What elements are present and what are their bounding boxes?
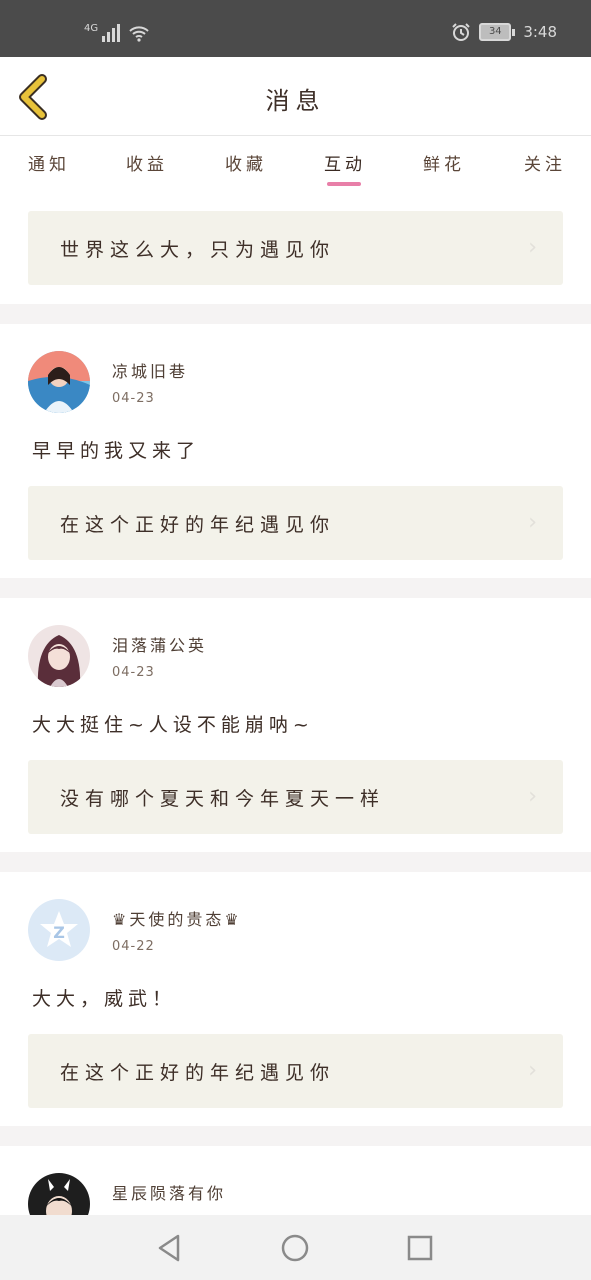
message-list[interactable]: 世界这么大，只为遇见你 › 凉城旧巷 04-23 早早的我又来了 在这个正好的年… xyxy=(0,194,591,1215)
avatar[interactable] xyxy=(28,625,90,687)
tab-earnings[interactable]: 收益 xyxy=(112,150,182,175)
message-date: 04-22 xyxy=(112,939,155,954)
chevron-right-icon: › xyxy=(528,235,537,260)
tab-follows[interactable]: 关注 xyxy=(510,150,580,175)
chevron-right-icon: › xyxy=(528,784,537,809)
message-card: 星辰陨落有你 xyxy=(0,1146,591,1215)
message-card: Z ♛天使的贵态♛ 04-22 大大，威武！ 在这个正好的年纪遇见你 › xyxy=(0,872,591,1126)
message-date: 04-23 xyxy=(112,391,155,406)
message-card: 泪落蒲公英 04-23 大大挺住~人设不能崩呐~ 没有哪个夏天和今年夏天一样 › xyxy=(0,598,591,852)
username[interactable]: 星辰陨落有你 xyxy=(112,1180,226,1204)
home-circle-icon[interactable] xyxy=(278,1231,312,1265)
tab-interactions[interactable]: 互动 xyxy=(310,150,380,175)
quote-box[interactable]: 在这个正好的年纪遇见你 › xyxy=(28,1034,563,1108)
chevron-right-icon: › xyxy=(528,1058,537,1083)
username[interactable]: 泪落蒲公英 xyxy=(112,632,207,656)
quote-text: 在这个正好的年纪遇见你 xyxy=(60,514,336,536)
page-title: 消息 xyxy=(265,87,326,115)
quote-box[interactable]: 没有哪个夏天和今年夏天一样 › xyxy=(28,760,563,834)
username[interactable]: ♛天使的贵态♛ xyxy=(112,906,242,930)
header: 消息 xyxy=(0,57,591,136)
comment-text: 大大挺住~人设不能崩呐~ xyxy=(32,714,314,736)
tab-bar: 通知 收益 收藏 互动 鲜花 关注 xyxy=(0,138,591,194)
tab-notifications[interactable]: 通知 xyxy=(14,150,84,175)
quote-text: 在这个正好的年纪遇见你 xyxy=(60,1062,336,1084)
clock: 3:48 xyxy=(523,23,557,41)
comment-text: 大大，威武！ xyxy=(32,988,177,1010)
quote-text: 没有哪个夏天和今年夏天一样 xyxy=(60,788,386,810)
avatar[interactable] xyxy=(28,351,90,413)
message-card: 凉城旧巷 04-23 早早的我又来了 在这个正好的年纪遇见你 › xyxy=(0,324,591,578)
battery-icon: 34 xyxy=(479,23,516,41)
quote-box[interactable]: 世界这么大，只为遇见你 › xyxy=(28,211,563,285)
battery-level: 34 xyxy=(479,23,512,41)
alarm-icon xyxy=(452,23,471,41)
back-triangle-icon[interactable] xyxy=(152,1231,186,1265)
status-left: 4G xyxy=(84,20,150,42)
tab-flowers[interactable]: 鲜花 xyxy=(409,150,479,175)
active-tab-indicator xyxy=(327,182,361,186)
signal-icon xyxy=(102,20,121,42)
recents-square-icon[interactable] xyxy=(403,1231,437,1265)
comment-text: 早早的我又来了 xyxy=(32,440,201,462)
username[interactable]: 凉城旧巷 xyxy=(112,358,188,382)
wifi-icon xyxy=(129,26,149,42)
avatar[interactable]: Z xyxy=(28,899,90,961)
tab-favorites[interactable]: 收藏 xyxy=(211,150,281,175)
quote-box[interactable]: 在这个正好的年纪遇见你 › xyxy=(28,486,563,560)
network-type: 4G xyxy=(84,23,99,34)
svg-text:Z: Z xyxy=(53,923,65,942)
message-date: 04-23 xyxy=(112,665,155,680)
system-nav-bar xyxy=(0,1215,591,1280)
chevron-right-icon: › xyxy=(528,510,537,535)
quote-text: 世界这么大，只为遇见你 xyxy=(60,239,336,261)
status-bar: 4G 34 3:48 xyxy=(0,0,591,57)
avatar[interactable] xyxy=(28,1173,90,1215)
status-right: 34 3:48 xyxy=(451,22,557,42)
top-card: 世界这么大，只为遇见你 › xyxy=(0,194,591,304)
